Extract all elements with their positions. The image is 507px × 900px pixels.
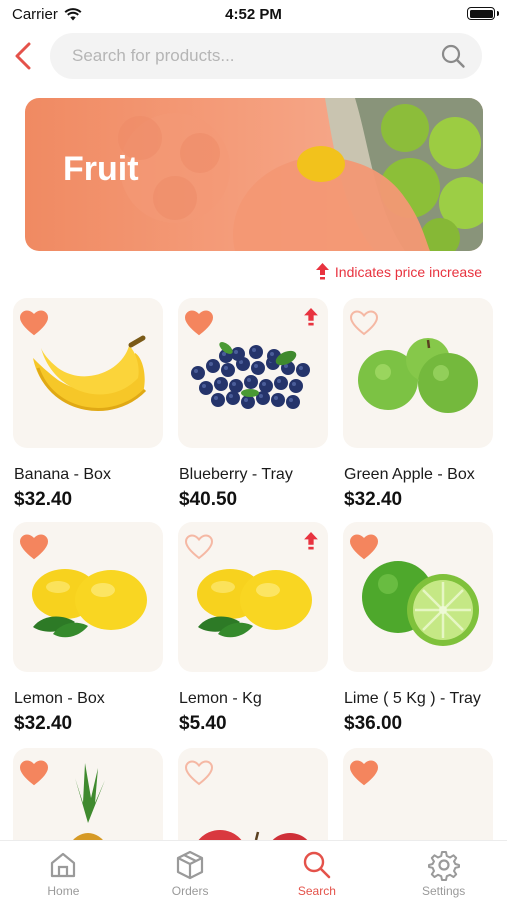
product-price: $5.40 bbox=[179, 713, 227, 734]
tab-search-label: Search bbox=[297, 884, 336, 898]
tab-orders[interactable]: Orders bbox=[127, 841, 254, 900]
heart-icon[interactable] bbox=[184, 534, 214, 560]
product-image[interactable] bbox=[178, 522, 328, 672]
product-name: Blueberry - Tray bbox=[179, 466, 293, 483]
heart-icon[interactable] bbox=[19, 534, 49, 560]
price-note-text: Indicates price increase bbox=[334, 263, 482, 280]
back-button[interactable] bbox=[8, 38, 38, 74]
product-card[interactable]: Lemon - Kg $5.40 bbox=[178, 522, 328, 734]
product-card[interactable]: Lime ( 5 Kg ) - Tray $36.00 bbox=[343, 522, 493, 734]
product-image[interactable] bbox=[343, 298, 493, 448]
chevron-left-icon bbox=[15, 42, 31, 70]
product-name: Lime ( 5 Kg ) - Tray bbox=[344, 690, 481, 707]
product-name: Banana - Box bbox=[14, 466, 111, 483]
product-price: $32.40 bbox=[14, 489, 73, 510]
heart-icon[interactable] bbox=[19, 760, 49, 786]
product-image[interactable] bbox=[13, 522, 163, 672]
tab-home[interactable]: Home bbox=[0, 841, 127, 900]
tab-search[interactable]: Search bbox=[254, 841, 381, 900]
tab-settings-label: Settings bbox=[421, 884, 466, 898]
product-price: $40.50 bbox=[179, 489, 238, 510]
tab-orders-label: Orders bbox=[171, 884, 209, 898]
search-bar[interactable] bbox=[50, 33, 482, 79]
product-image[interactable] bbox=[178, 298, 328, 448]
heart-icon[interactable] bbox=[349, 534, 379, 560]
tab-bar: Home Orders Search Settings bbox=[0, 840, 507, 900]
search-input[interactable] bbox=[72, 46, 440, 66]
home-icon bbox=[51, 852, 76, 878]
product-image[interactable] bbox=[13, 298, 163, 448]
status-time: 4:52 PM bbox=[225, 6, 282, 23]
price-up-icon bbox=[304, 308, 318, 326]
tab-settings[interactable]: Settings bbox=[380, 841, 507, 900]
category-banner: Fruit bbox=[25, 98, 483, 251]
product-card[interactable]: Banana - Box $32.40 bbox=[13, 298, 163, 510]
gear-icon bbox=[427, 851, 460, 881]
heart-icon[interactable] bbox=[19, 310, 49, 336]
box-icon bbox=[177, 850, 204, 880]
product-card[interactable]: Green Apple - Box $32.40 bbox=[343, 298, 493, 510]
heart-icon[interactable] bbox=[349, 760, 379, 786]
price-increase-note: Indicates price increase bbox=[315, 263, 482, 280]
banner-title: Fruit bbox=[63, 150, 139, 188]
search-icon bbox=[303, 851, 331, 879]
heart-icon[interactable] bbox=[184, 310, 214, 336]
product-name: Lemon - Kg bbox=[179, 690, 262, 707]
heart-icon[interactable] bbox=[184, 760, 214, 786]
status-bar: Carrier 4:52 PM bbox=[0, 0, 507, 28]
product-price: $36.00 bbox=[344, 713, 403, 734]
product-card[interactable]: Blueberry - Tray $40.50 bbox=[178, 298, 328, 510]
search-icon[interactable] bbox=[440, 43, 466, 69]
tab-home-label: Home bbox=[47, 884, 80, 898]
product-name: Green Apple - Box bbox=[344, 466, 475, 483]
price-up-icon bbox=[304, 532, 318, 550]
product-image[interactable] bbox=[343, 522, 493, 672]
product-price: $32.40 bbox=[14, 713, 73, 734]
price-up-icon bbox=[315, 263, 329, 280]
product-name: Lemon - Box bbox=[14, 690, 105, 707]
product-card[interactable]: Lemon - Box $32.40 bbox=[13, 522, 163, 734]
battery-icon bbox=[467, 7, 499, 20]
product-price: $32.40 bbox=[344, 489, 403, 510]
heart-icon[interactable] bbox=[349, 310, 379, 336]
